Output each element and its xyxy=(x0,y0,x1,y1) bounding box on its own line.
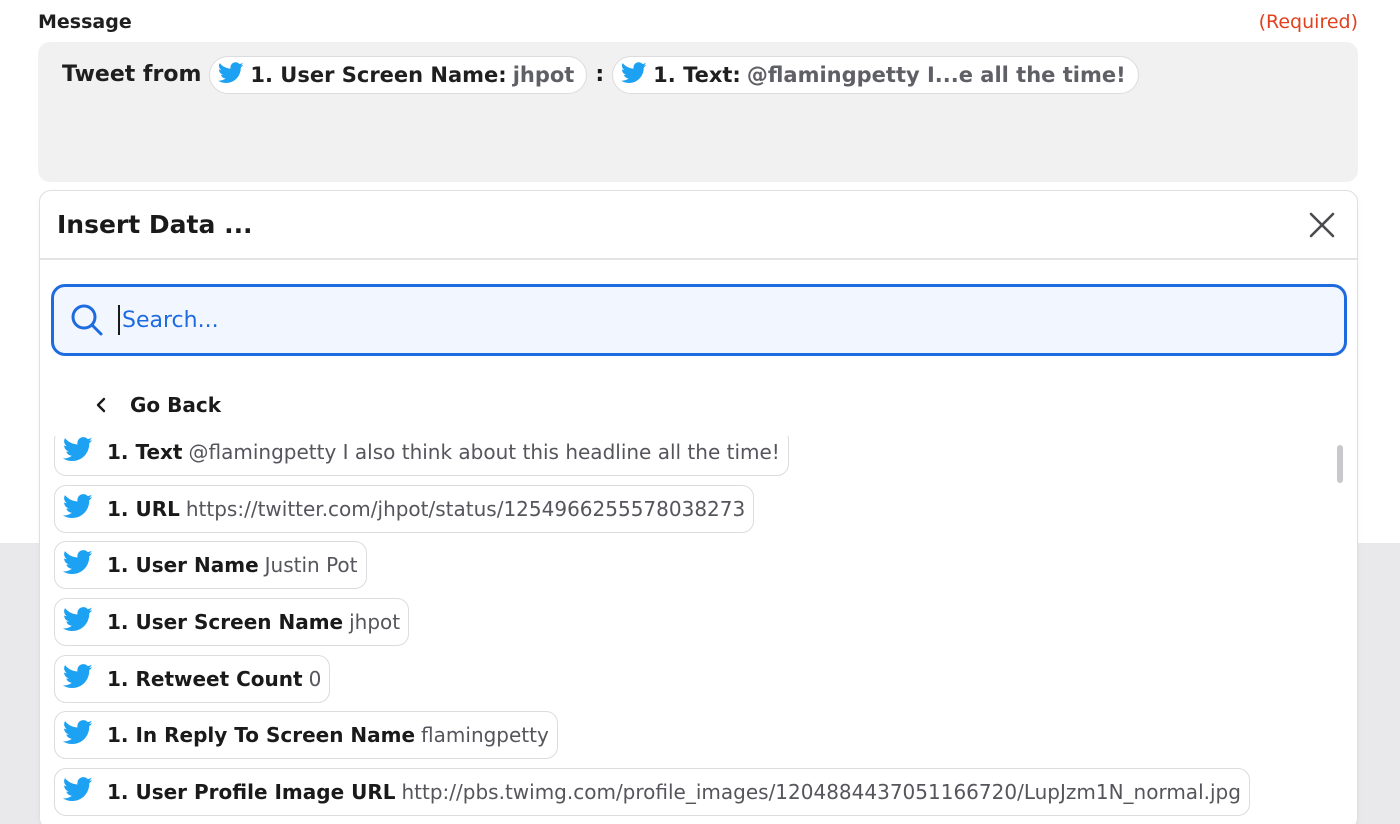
twitter-bird-icon xyxy=(62,607,93,637)
go-back-label: Go Back xyxy=(130,393,222,417)
search-box[interactable] xyxy=(51,284,1347,356)
required-indicator: (Required) xyxy=(1258,11,1358,33)
data-field-item[interactable]: 1. User Screen Name jhpot xyxy=(54,598,410,647)
list-item-row: 1. Text @flamingpetty I also think about… xyxy=(54,436,1250,485)
list-item-row: 1. User Name Justin Pot xyxy=(54,541,1250,598)
message-field-label: Message xyxy=(38,11,132,33)
insert-data-panel: Insert Data ... Go Back 1. Text @flaming… xyxy=(39,190,1358,824)
panel-title: Insert Data ... xyxy=(57,210,253,239)
list-scrollbar[interactable] xyxy=(1337,445,1343,483)
item-value: @flamingpetty I also think about this he… xyxy=(188,440,780,464)
data-field-list[interactable]: 1. Text @flamingpetty I also think about… xyxy=(54,436,1334,824)
search-input[interactable] xyxy=(118,305,1218,335)
message-prefix-text: Tweet from xyxy=(62,62,202,87)
item-value: Justin Pot xyxy=(264,553,358,578)
list-item-row: 1. URL https://twitter.com/jhpot/status/… xyxy=(54,484,1250,542)
item-value: 0 xyxy=(308,666,322,691)
list-item-row: 1. Retweet Count 0 xyxy=(54,654,1250,712)
item-key: 1. In Reply To Screen Name xyxy=(107,723,416,748)
item-key: 1. Retweet Count xyxy=(107,666,303,691)
twitter-bird-icon xyxy=(62,493,93,524)
panel-header: Insert Data ... xyxy=(40,191,1357,260)
token-value: jhpot xyxy=(512,63,575,87)
chevron-left-icon xyxy=(96,397,106,413)
go-back-button[interactable]: Go Back xyxy=(94,389,221,421)
item-value: http://pbs.twimg.com/profile_images/1204… xyxy=(401,780,1241,805)
data-field-item[interactable]: 1. User Name Justin Pot xyxy=(54,541,367,590)
twitter-bird-icon xyxy=(62,777,93,807)
twitter-bird-icon xyxy=(62,437,93,467)
item-key: 1. User Profile Image URL xyxy=(107,780,396,805)
list-item-row: 1. User Profile Image URL http://pbs.twi… xyxy=(54,768,1250,824)
token-value: @flamingpetty I...e all the time! xyxy=(746,63,1126,87)
message-input[interactable]: Tweet from 1. User Screen Name: jhpot : … xyxy=(38,42,1358,182)
item-key: 1. User Screen Name xyxy=(107,610,344,635)
message-token-screen-name[interactable]: 1. User Screen Name: jhpot xyxy=(209,56,588,94)
search-icon xyxy=(71,304,103,336)
message-separator: : xyxy=(595,62,605,87)
twitter-bird-icon xyxy=(62,663,93,694)
message-token-text[interactable]: 1. Text: @flamingpetty I...e all the tim… xyxy=(612,56,1139,94)
list-item-row: 1. In Reply To Screen Name flamingpetty xyxy=(54,711,1250,768)
data-field-item[interactable]: 1. Retweet Count 0 xyxy=(54,654,331,703)
twitter-bird-icon xyxy=(62,550,93,580)
twitter-bird-icon xyxy=(62,720,93,750)
token-key: 1. User Screen Name: xyxy=(250,63,507,87)
item-key: 1. User Name xyxy=(107,553,259,578)
close-icon xyxy=(1309,212,1335,237)
list-item-row: 1. User Screen Name jhpot xyxy=(54,598,1250,655)
close-button[interactable] xyxy=(1305,208,1339,242)
twitter-bird-icon xyxy=(218,61,244,89)
item-value: https://twitter.com/jhpot/status/1254966… xyxy=(185,496,746,521)
token-key: 1. Text: xyxy=(653,63,741,87)
data-field-item[interactable]: 1. Text @flamingpetty I also think about… xyxy=(54,436,789,476)
data-field-item[interactable]: 1. User Profile Image URL http://pbs.twi… xyxy=(54,768,1250,817)
item-value: jhpot xyxy=(349,610,401,635)
data-field-item[interactable]: 1. URL https://twitter.com/jhpot/status/… xyxy=(54,484,755,533)
item-value: flamingpetty xyxy=(421,723,549,748)
twitter-bird-icon xyxy=(621,61,647,89)
item-key: 1. URL xyxy=(107,496,180,521)
item-key: 1. Text xyxy=(107,440,183,464)
data-field-item[interactable]: 1. In Reply To Screen Name flamingpetty xyxy=(54,711,558,760)
